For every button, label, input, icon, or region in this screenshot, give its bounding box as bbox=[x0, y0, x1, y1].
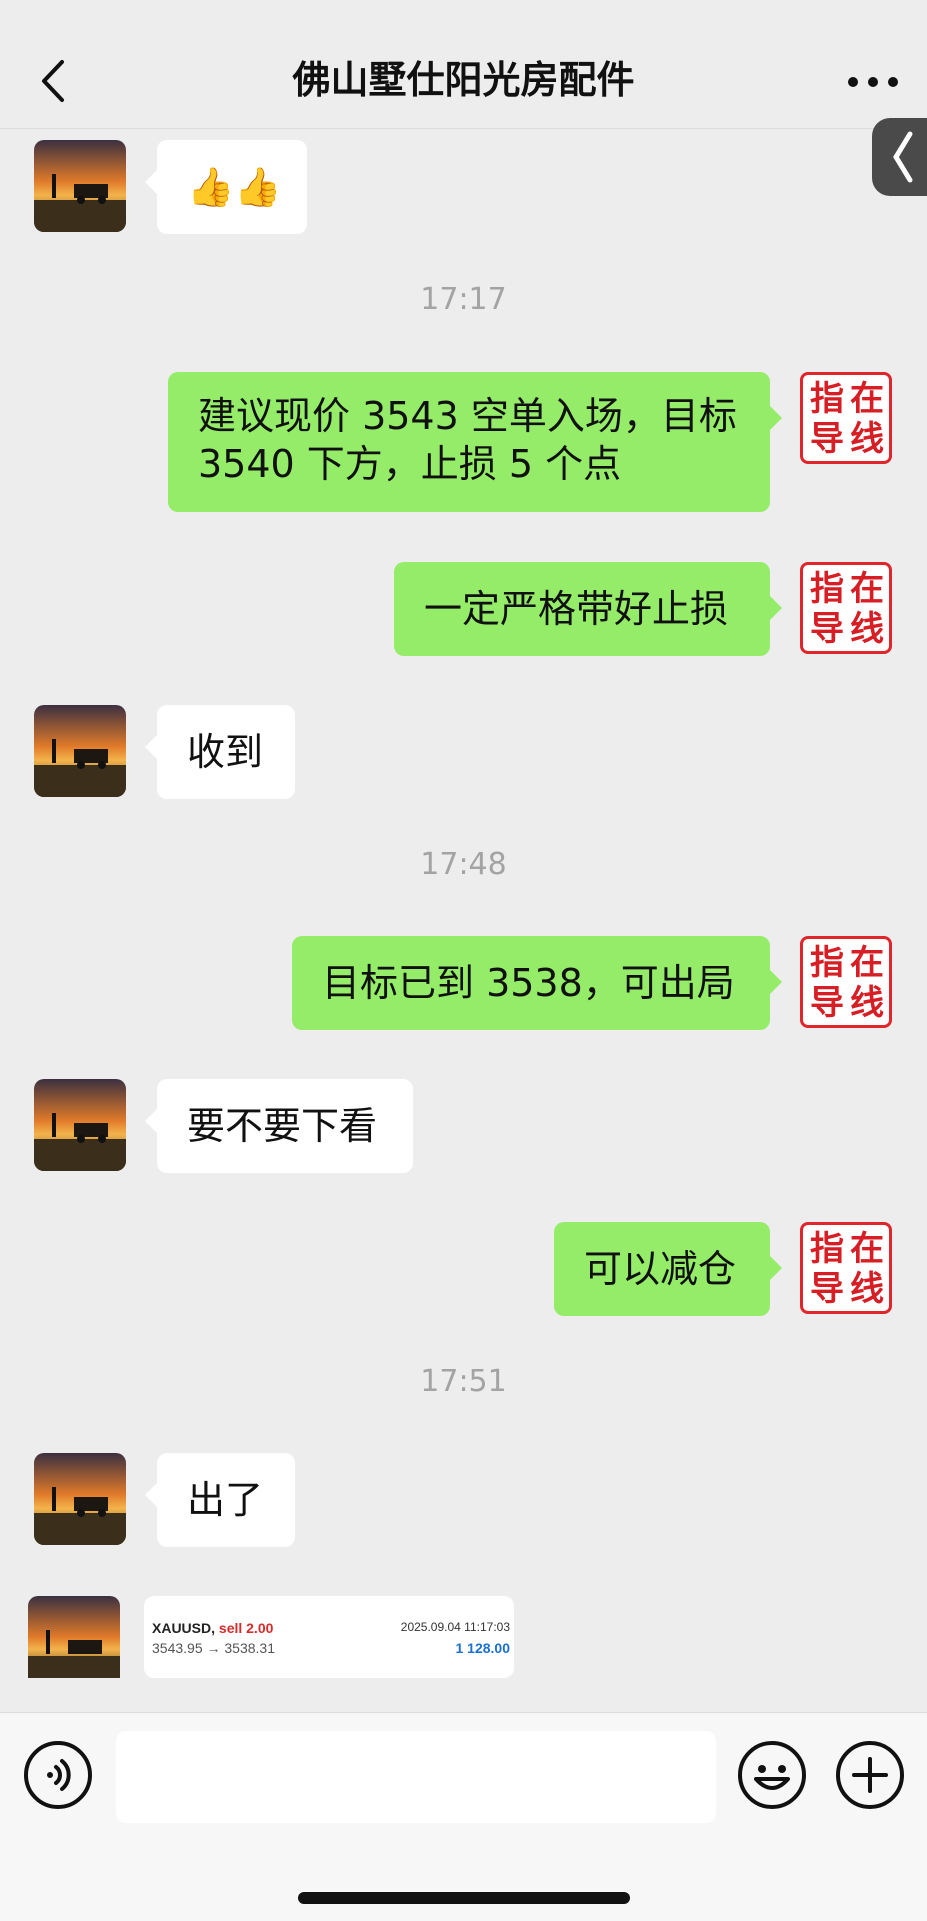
user-avatar-seal[interactable]: 指 在 导 线 bbox=[800, 936, 892, 1028]
trade-screenshot-card[interactable]: XAUUSD, sell 2.00 2025.09.04 11:17:03 35… bbox=[144, 1596, 514, 1678]
seal-char: 在 bbox=[850, 379, 884, 419]
seal-char: 导 bbox=[810, 983, 844, 1023]
seal-char: 在 bbox=[850, 1229, 884, 1269]
user-avatar-seal[interactable]: 指 在 导 线 bbox=[800, 372, 892, 464]
seal-char: 在 bbox=[850, 569, 884, 609]
user-avatar-seal[interactable]: 指 在 导 线 bbox=[800, 1222, 892, 1314]
seal-char: 指 bbox=[810, 943, 844, 983]
message-bubble-outgoing[interactable]: 可以减仓 bbox=[554, 1222, 782, 1316]
voice-icon[interactable] bbox=[22, 1739, 94, 1811]
trade-profit: 1 128.00 bbox=[455, 1640, 511, 1656]
emoji-icon[interactable] bbox=[736, 1739, 808, 1811]
side-tab-button[interactable] bbox=[872, 118, 927, 196]
trade-symbol: XAUUSD, sell 2.00 bbox=[152, 1620, 273, 1636]
seal-char: 线 bbox=[850, 1269, 884, 1309]
seal-char: 指 bbox=[810, 1229, 844, 1269]
message-text: 要不要下看 bbox=[187, 1104, 378, 1148]
trade-side: sell 2.00 bbox=[218, 1620, 274, 1636]
chat-header: 佛山墅仕阳光房配件 bbox=[0, 0, 927, 129]
side-tab-icon bbox=[893, 131, 913, 183]
seal-char: 线 bbox=[850, 609, 884, 649]
more-icon[interactable] bbox=[845, 70, 901, 94]
message-text: 一定严格带好止损 bbox=[424, 587, 729, 631]
seal-char: 指 bbox=[810, 569, 844, 609]
seal-char: 在 bbox=[850, 943, 884, 983]
message-bubble-incoming[interactable]: 👍👍 bbox=[145, 140, 307, 234]
seal-char: 线 bbox=[850, 983, 884, 1023]
input-bar bbox=[0, 1712, 927, 1921]
message-text: 建议现价 3543 空单入场，目标 3540 下方，止损 5 个点 bbox=[198, 394, 737, 486]
plus-icon[interactable] bbox=[834, 1739, 906, 1811]
chat-title: 佛山墅仕阳光房配件 bbox=[292, 58, 635, 102]
message-bubble-outgoing[interactable]: 目标已到 3538，可出局 bbox=[292, 936, 782, 1030]
contact-avatar[interactable] bbox=[34, 705, 126, 797]
symbol-text: XAUUSD, bbox=[152, 1620, 216, 1636]
message-text: 可以减仓 bbox=[584, 1247, 737, 1291]
seal-char: 线 bbox=[850, 419, 884, 459]
message-bubble-incoming[interactable]: 要不要下看 bbox=[145, 1079, 413, 1173]
message-input[interactable] bbox=[116, 1731, 716, 1823]
contact-avatar[interactable] bbox=[28, 1596, 120, 1678]
contact-avatar[interactable] bbox=[34, 1453, 126, 1545]
message-bubble-incoming[interactable]: 出了 bbox=[145, 1453, 295, 1547]
message-bubble-outgoing[interactable]: 一定严格带好止损 bbox=[394, 562, 782, 656]
seal-char: 指 bbox=[810, 379, 844, 419]
message-text: 目标已到 3538，可出局 bbox=[322, 961, 735, 1005]
timestamp: 17:17 bbox=[420, 282, 507, 317]
home-indicator[interactable] bbox=[298, 1892, 630, 1904]
contact-avatar[interactable] bbox=[34, 140, 126, 232]
contact-avatar[interactable] bbox=[34, 1079, 126, 1171]
timestamp: 17:51 bbox=[420, 1364, 507, 1399]
timestamp: 17:48 bbox=[420, 847, 507, 882]
message-text: 收到 bbox=[187, 730, 264, 774]
seal-char: 导 bbox=[810, 609, 844, 649]
message-text: 出了 bbox=[187, 1478, 264, 1522]
message-bubble-incoming[interactable]: 收到 bbox=[145, 705, 295, 799]
seal-char: 导 bbox=[810, 1269, 844, 1309]
message-bubble-outgoing[interactable]: 建议现价 3543 空单入场，目标 3540 下方，止损 5 个点 bbox=[168, 372, 782, 512]
trade-datetime: 2025.09.04 11:17:03 bbox=[400, 1620, 510, 1634]
user-avatar-seal[interactable]: 指 在 导 线 bbox=[800, 562, 892, 654]
seal-char: 导 bbox=[810, 419, 844, 459]
message-text: 👍👍 bbox=[187, 165, 282, 209]
trade-price-change: 3543.95 → 3538.31 bbox=[152, 1640, 275, 1656]
